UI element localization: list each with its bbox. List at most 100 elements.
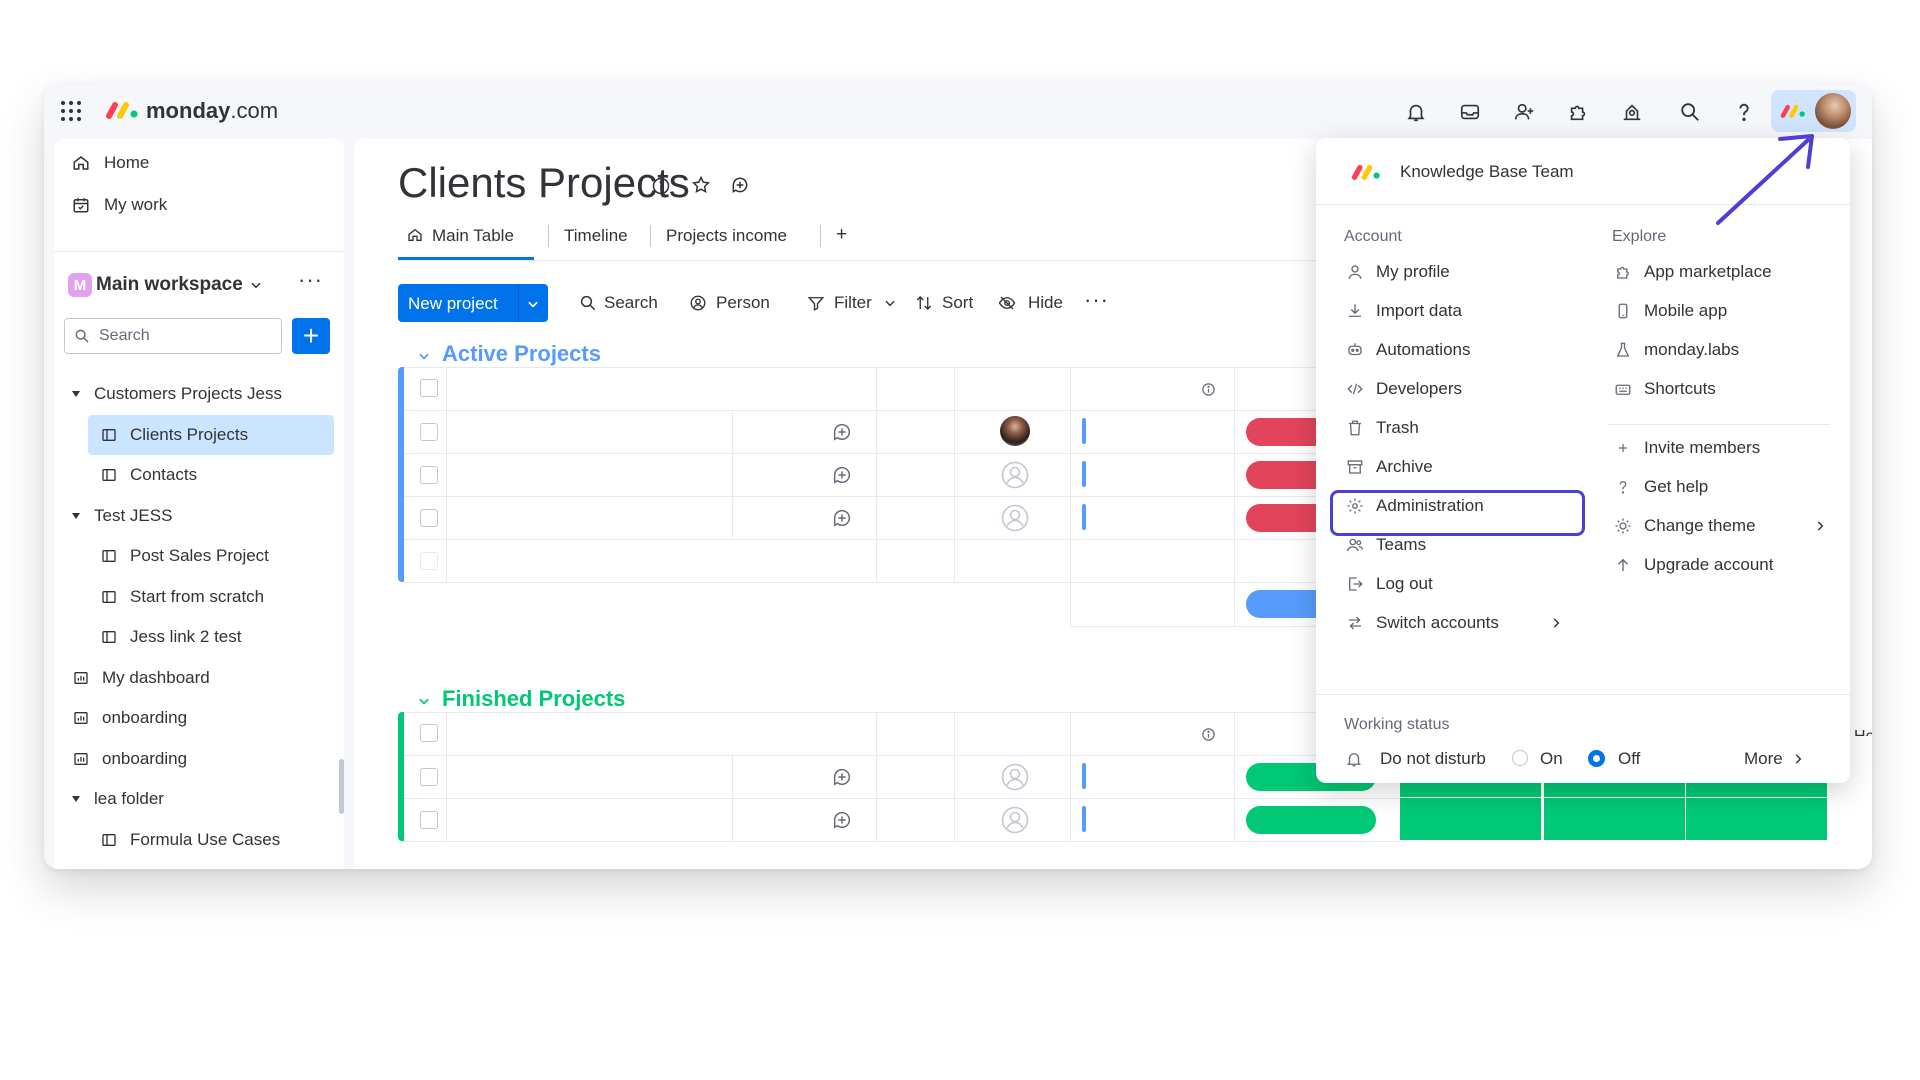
chevron-right-icon[interactable] <box>1790 751 1806 767</box>
workspace-name[interactable]: Main workspace <box>96 274 243 296</box>
tree-item-11[interactable]: Formula Use Cases <box>60 820 342 860</box>
info-icon[interactable] <box>1200 726 1216 742</box>
user-avatar[interactable] <box>1815 93 1851 129</box>
menu-item-archive[interactable]: Archive <box>1344 451 1564 483</box>
puzzle-icon[interactable] <box>1565 99 1591 125</box>
tab-projects-income[interactable]: Projects income <box>666 226 787 246</box>
menu-item-automations[interactable]: Automations <box>1344 334 1564 366</box>
add-update-icon[interactable] <box>830 506 854 530</box>
menu-item-administration[interactable]: Administration <box>1344 490 1564 522</box>
menu-item-import-data[interactable]: Import data <box>1344 295 1564 327</box>
help-icon[interactable] <box>1731 99 1757 125</box>
nav-my-work[interactable]: My work <box>60 185 342 225</box>
workspace-badge: M <box>68 273 92 297</box>
add-update-icon[interactable] <box>729 174 751 196</box>
row-checkbox[interactable] <box>420 423 438 441</box>
tree-item-8[interactable]: onboarding <box>60 698 342 738</box>
chevron-down-icon[interactable] <box>248 277 264 293</box>
status-cell-done[interactable] <box>1686 798 1828 840</box>
toolbar-filter-button[interactable]: Filter <box>834 293 872 313</box>
inbox-icon[interactable] <box>1457 99 1483 125</box>
menu-item-app-marketplace[interactable]: App marketplace <box>1612 256 1812 288</box>
row-checkbox[interactable] <box>420 768 438 786</box>
person-placeholder-icon[interactable] <box>1000 460 1030 490</box>
menu-item-shortcuts[interactable]: Shortcuts <box>1612 373 1812 405</box>
chevron-right-icon[interactable] <box>1812 518 1828 534</box>
nav-my-work-label: My work <box>104 195 168 214</box>
toolbar-sort-button[interactable]: Sort <box>942 293 973 313</box>
tree-item-6[interactable]: Jess link 2 test <box>60 617 342 657</box>
toolbar-search-button[interactable]: Search <box>604 293 658 313</box>
add-item-button[interactable]: + <box>292 318 330 354</box>
chevron-down-icon[interactable] <box>524 295 542 313</box>
menu-item-change-theme[interactable]: Change theme <box>1612 510 1822 542</box>
tree-item-2[interactable]: Contacts <box>60 455 342 495</box>
add-update-icon[interactable] <box>830 765 854 789</box>
status-cell-done[interactable] <box>1544 798 1686 840</box>
select-all-checkbox[interactable] <box>420 724 438 742</box>
menu-item-monday-labs[interactable]: monday.labs <box>1612 334 1812 366</box>
collapse-group-icon[interactable] <box>416 348 432 364</box>
tree-item-10[interactable]: lea folder <box>60 779 342 819</box>
dnd-on-radio[interactable] <box>1512 750 1528 766</box>
info-icon[interactable] <box>1200 381 1216 397</box>
person-placeholder-icon[interactable] <box>1000 762 1030 792</box>
bell-icon[interactable] <box>1403 99 1429 125</box>
menu-item-my-profile[interactable]: My profile <box>1344 256 1564 288</box>
integrations-icon[interactable] <box>1619 99 1645 125</box>
select-all-checkbox[interactable] <box>420 379 438 397</box>
my-profile-icon <box>1344 263 1366 281</box>
info-icon[interactable] <box>650 175 672 197</box>
toolbar-hide-button[interactable]: Hide <box>1028 293 1063 313</box>
search-icon[interactable] <box>1677 99 1703 125</box>
workspace-more-icon[interactable]: ··· <box>298 267 323 293</box>
tree-item-9[interactable]: onboarding <box>60 739 342 779</box>
dnd-off-radio[interactable] <box>1588 750 1605 767</box>
apps-grid-icon[interactable] <box>58 98 84 124</box>
menu-item-upgrade-account[interactable]: Upgrade account <box>1612 549 1822 581</box>
nav-home[interactable]: Home <box>60 143 342 183</box>
person-placeholder-icon[interactable] <box>1000 805 1030 835</box>
star-icon[interactable] <box>690 174 712 196</box>
tree-item-3[interactable]: Test JESS <box>60 496 342 536</box>
menu-item-switch-accounts[interactable]: Switch accounts <box>1344 607 1574 639</box>
toolbar-person-button[interactable]: Person <box>716 293 770 313</box>
group-title[interactable]: Finished Projects <box>442 686 625 712</box>
menu-item-trash[interactable]: Trash <box>1344 412 1564 444</box>
add-update-icon[interactable] <box>830 808 854 832</box>
menu-item-invite-members[interactable]: Invite members <box>1612 432 1822 464</box>
status-cell-done[interactable] <box>1400 798 1542 840</box>
row-checkbox[interactable] <box>420 509 438 527</box>
add-update-icon[interactable] <box>830 463 854 487</box>
tree-item-0[interactable]: Customers Projects Jess <box>60 374 342 414</box>
group-title[interactable]: Active Projects <box>442 341 601 367</box>
menu-item-developers[interactable]: Developers <box>1344 373 1564 405</box>
menu-item-log-out[interactable]: Log out <box>1344 568 1564 600</box>
sidebar-search[interactable]: Search <box>64 318 282 354</box>
timeline-pill[interactable] <box>1246 806 1376 834</box>
invite-user-icon[interactable] <box>1511 99 1537 125</box>
tree-item-7[interactable]: My dashboard <box>60 658 342 698</box>
tree-item-1[interactable]: Clients Projects <box>88 414 334 455</box>
menu-item-mobile-app[interactable]: Mobile app <box>1612 295 1812 327</box>
owner-avatar[interactable] <box>1000 416 1030 446</box>
tree-item-5[interactable]: Start from scratch <box>60 577 342 617</box>
menu-item-get-help[interactable]: Get help <box>1612 471 1822 503</box>
chevron-right-icon[interactable] <box>1548 615 1564 631</box>
row-checkbox[interactable] <box>420 811 438 829</box>
tree-item-4[interactable]: Post Sales Project <box>60 536 342 576</box>
menu-item-teams[interactable]: Teams <box>1344 529 1564 561</box>
board-title[interactable]: Clients Projects <box>398 159 690 207</box>
tab-main-table[interactable]: Main Table <box>432 226 514 246</box>
collapse-group-icon[interactable] <box>416 693 432 709</box>
tab-timeline[interactable]: Timeline <box>564 226 628 246</box>
add-view-button[interactable]: + <box>836 224 847 246</box>
add-update-icon[interactable] <box>830 420 854 444</box>
menu-item-label: Get help <box>1644 477 1709 496</box>
working-status-more-button[interactable]: More <box>1744 749 1783 769</box>
row-checkbox[interactable] <box>420 466 438 484</box>
person-placeholder-icon[interactable] <box>1000 503 1030 533</box>
toolbar-more-icon[interactable]: ··· <box>1084 287 1109 313</box>
chevron-down-icon[interactable] <box>882 295 898 311</box>
new-project-button[interactable]: New project <box>398 284 548 322</box>
